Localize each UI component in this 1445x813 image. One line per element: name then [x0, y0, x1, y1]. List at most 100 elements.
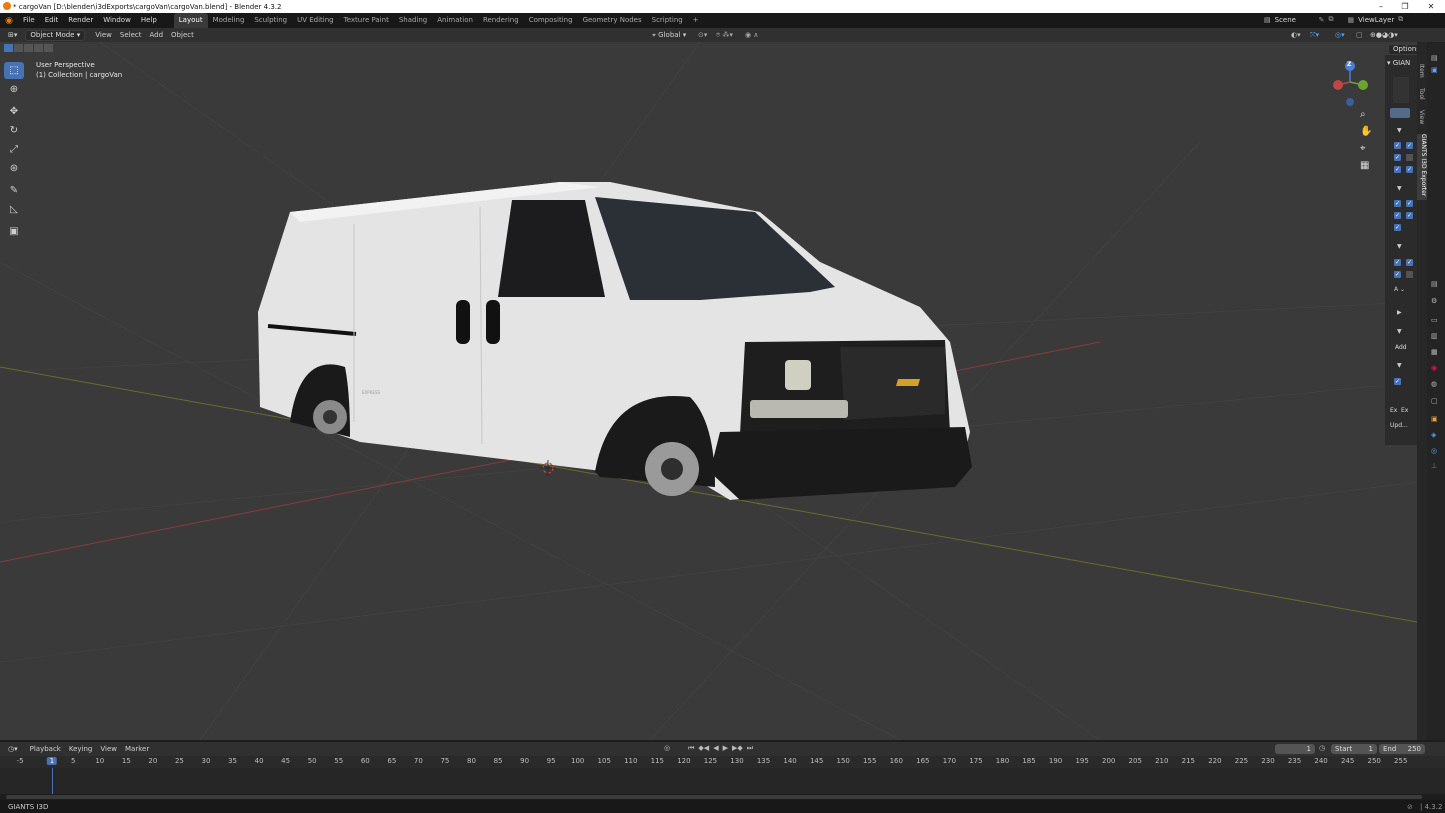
- modifier-props-icon[interactable]: ◍: [1431, 380, 1437, 388]
- start-frame-field[interactable]: Start 1: [1331, 744, 1377, 754]
- minimize-button[interactable]: –: [1369, 0, 1393, 13]
- update-button[interactable]: Upd...: [1390, 422, 1408, 429]
- new-scene-icon[interactable]: ⧉: [1329, 15, 1334, 24]
- checkbox-12[interactable]: ✓: [1394, 259, 1401, 266]
- render-props-icon[interactable]: ▣: [1431, 66, 1438, 74]
- viewlayer-selector[interactable]: ViewLayer: [1358, 16, 1394, 24]
- new-viewlayer-icon[interactable]: ⧉: [1398, 15, 1403, 24]
- world-props-icon[interactable]: ▥: [1431, 332, 1438, 340]
- tab-geometry-nodes[interactable]: Geometry Nodes: [578, 13, 647, 28]
- overlay-toggle-icon[interactable]: ◎▾: [1331, 28, 1349, 42]
- object-props-icon[interactable]: ◉: [1431, 364, 1437, 372]
- tab-modeling[interactable]: Modeling: [208, 13, 250, 28]
- panel-swatch[interactable]: [1393, 77, 1409, 103]
- jump-end-icon[interactable]: ⏭: [747, 744, 753, 753]
- select-box-tool-icon[interactable]: ⬚: [4, 62, 24, 79]
- end-frame-field[interactable]: End 250: [1379, 744, 1425, 754]
- tab-uv-editing[interactable]: UV Editing: [292, 13, 339, 28]
- tab-texture-paint[interactable]: Texture Paint: [339, 13, 394, 28]
- current-frame-marker[interactable]: 1: [46, 757, 58, 765]
- export-button-2[interactable]: Ex: [1401, 407, 1408, 414]
- select-new-icon[interactable]: [4, 44, 13, 52]
- checkbox-14[interactable]: ✓: [1394, 271, 1401, 278]
- measure-tool-icon[interactable]: ◺: [4, 201, 24, 218]
- scale-tool-icon[interactable]: ⤢: [4, 141, 24, 158]
- maximize-button[interactable]: ❐: [1393, 0, 1417, 13]
- checkbox-9[interactable]: ✓: [1394, 212, 1401, 219]
- blender-menu-icon[interactable]: ◉: [0, 16, 18, 26]
- 3d-viewport[interactable]: Z User Perspective (1) Collection | carg…: [0, 42, 1417, 740]
- close-button[interactable]: ✕: [1419, 0, 1443, 13]
- scene-props-icon[interactable]: ▭: [1431, 316, 1438, 324]
- jump-start-icon[interactable]: ⏮: [688, 744, 694, 753]
- select-subtract-icon[interactable]: [24, 44, 33, 52]
- viewlayer-icon[interactable]: ▦: [1348, 16, 1355, 24]
- menu-file[interactable]: File: [18, 13, 40, 28]
- checkbox-5[interactable]: ✓: [1394, 166, 1401, 173]
- tab-giants-exporter[interactable]: GIANTS I3D Exporter: [1417, 134, 1427, 200]
- collection-props-icon[interactable]: ▦: [1431, 348, 1438, 356]
- material-props-icon[interactable]: ⊥: [1431, 462, 1437, 470]
- xray-icon[interactable]: ▢: [1352, 28, 1367, 42]
- checkbox-3[interactable]: ✓: [1394, 154, 1401, 161]
- viewport-menu-view[interactable]: View: [91, 28, 116, 42]
- timeline-menu-view[interactable]: View: [96, 742, 121, 756]
- viewport-menu-object[interactable]: Object: [167, 28, 198, 42]
- visibility-icon[interactable]: ◐▾: [1287, 28, 1305, 42]
- zoom-icon[interactable]: ⌕: [1360, 109, 1366, 120]
- tab-view[interactable]: View: [1418, 110, 1425, 124]
- ortho-toggle-icon[interactable]: ▦: [1360, 160, 1369, 171]
- frame-clock-icon[interactable]: ◷: [1319, 744, 1325, 752]
- tab-scripting[interactable]: Scripting: [647, 13, 688, 28]
- checkbox-15[interactable]: [1406, 271, 1413, 278]
- timeline-menu-marker[interactable]: Marker: [121, 742, 153, 756]
- physics-props-icon[interactable]: ▣: [1431, 415, 1438, 423]
- checkbox-8[interactable]: ✓: [1406, 200, 1413, 207]
- camera-view-icon[interactable]: ⌖: [1360, 143, 1366, 154]
- tool-props-icon[interactable]: ▤: [1431, 54, 1438, 62]
- timeline-scrollbar[interactable]: [6, 795, 1422, 799]
- transform-tool-icon[interactable]: ⊛: [4, 160, 24, 177]
- viewport-menu-select[interactable]: Select: [116, 28, 146, 42]
- timeline-menu-playback[interactable]: Playback: [26, 742, 65, 756]
- move-tool-icon[interactable]: ✥: [4, 103, 24, 120]
- rotate-tool-icon[interactable]: ↻: [4, 122, 24, 139]
- panel-header[interactable]: ▾ GIAN: [1387, 59, 1410, 67]
- select-extend-icon[interactable]: [14, 44, 23, 52]
- tab-sculpting[interactable]: Sculpting: [249, 13, 292, 28]
- checkbox-16[interactable]: ✓: [1394, 378, 1401, 385]
- play-reverse-icon[interactable]: ◀: [713, 744, 718, 753]
- tab-shading[interactable]: Shading: [394, 13, 432, 28]
- tab-animation[interactable]: Animation: [432, 13, 478, 28]
- current-frame-field[interactable]: 1: [1275, 744, 1315, 754]
- cursor-tool-icon[interactable]: ⊕: [4, 81, 24, 98]
- timeline-area[interactable]: [0, 768, 1445, 794]
- menu-edit[interactable]: Edit: [40, 13, 64, 28]
- pin-icon[interactable]: ✎: [1319, 16, 1325, 24]
- checkbox-11[interactable]: ✓: [1394, 224, 1401, 231]
- checkbox-10[interactable]: ✓: [1406, 212, 1413, 219]
- pivot-icon[interactable]: ⊙▾: [694, 28, 711, 42]
- keyframe-icon[interactable]: ◎: [664, 744, 670, 753]
- select-invert-icon[interactable]: [34, 44, 43, 52]
- scene-icon[interactable]: ▤: [1264, 16, 1271, 24]
- editor-type-icon[interactable]: ⊞▾: [4, 28, 21, 42]
- pan-hand-icon[interactable]: ✋: [1360, 126, 1372, 137]
- shading-modes-icon[interactable]: ⊕●◕◑▾: [1366, 28, 1402, 42]
- prev-keyframe-icon[interactable]: ◆◀: [698, 744, 709, 753]
- viewport-menu-add[interactable]: Add: [145, 28, 167, 42]
- play-icon[interactable]: ▶: [723, 744, 728, 753]
- checkbox-1[interactable]: ✓: [1394, 142, 1401, 149]
- annotate-tool-icon[interactable]: ✎: [4, 182, 24, 199]
- timeline-menu-keying[interactable]: Keying: [65, 742, 97, 756]
- snap-icon[interactable]: ⌾ ⁂▾: [712, 28, 737, 42]
- data-props-icon[interactable]: ◎: [1431, 447, 1437, 455]
- orientation-dropdown[interactable]: ⌖ Global ▾: [648, 28, 690, 42]
- timeline-ruler[interactable]: -5 1 5 10 15 20 25 30 35 40 45 50 55 60 65 70 75 80 85 90 95…: [0, 756, 1445, 768]
- checkbox-6[interactable]: ✓: [1406, 166, 1413, 173]
- menu-help[interactable]: Help: [136, 13, 162, 28]
- add-cube-tool-icon[interactable]: ▣: [4, 223, 24, 240]
- checkbox-2[interactable]: ✓: [1406, 142, 1413, 149]
- menu-window[interactable]: Window: [98, 13, 136, 28]
- add-button[interactable]: Add: [1395, 344, 1407, 351]
